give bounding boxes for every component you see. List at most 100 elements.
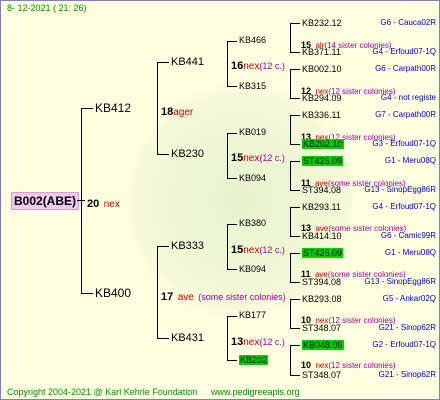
gen4-id-2[interactable]: KB002.10 <box>302 65 342 74</box>
gen2-num-1: 15 <box>231 152 244 164</box>
connector-g3-5-bottom <box>290 282 300 283</box>
gen2-sub-3: (12 c.) <box>259 337 285 347</box>
connector-root-stub <box>77 200 85 201</box>
gen3-node-3[interactable]: KB094 <box>239 174 266 183</box>
connector-kb431-top <box>227 316 237 317</box>
connector-g3-7-bottom <box>290 375 300 376</box>
gen2-node-1[interactable]: KB230 <box>171 149 204 160</box>
connector-g3-1 <box>290 69 291 99</box>
gen4-id-text-12: KB293.08 <box>302 294 342 304</box>
gen4-id-3[interactable]: KB294.09 <box>302 94 342 103</box>
gen2-node-3[interactable]: KB431 <box>171 333 204 344</box>
root-score: 20 nex <box>87 195 120 211</box>
gen4-note-12: G5 - Ankar02Q <box>382 294 436 303</box>
connector-kb431 <box>227 316 228 361</box>
gen4-id-10[interactable]: ST426.09 <box>302 248 344 258</box>
gen1-num-0: 18 <box>161 106 174 118</box>
gen2-label-3: nex <box>243 337 260 348</box>
connector-kb333 <box>227 224 228 270</box>
gen4-id-8[interactable]: KB293.11 <box>302 203 341 212</box>
gen4-id-text-1: KB371.11 <box>302 47 341 57</box>
header-date: 8- 12-2021 ( 21: 26) <box>7 3 87 13</box>
gen4-id-text-5: KB202.10 <box>302 139 344 149</box>
gen4-id-12[interactable]: KB293.08 <box>302 295 342 304</box>
gen4-id-13[interactable]: ST348.07 <box>302 324 341 333</box>
connector-g3-2-top <box>290 115 300 116</box>
gen1-label-1: ave <box>177 292 194 303</box>
gen4-id-1[interactable]: KB371.11 <box>302 48 341 57</box>
gen4-note-11: G13 - SinopEgg86R <box>364 277 436 286</box>
gen2-num-0: 16 <box>231 60 244 72</box>
gen3-node-7[interactable]: KB202 <box>239 355 269 365</box>
footer-url[interactable]: www.pedigreeapis.org <box>211 388 300 397</box>
connector-g3-4-top <box>290 207 300 208</box>
root-num: 20 <box>87 198 100 210</box>
connector-g3-3-top <box>290 161 300 162</box>
gen4-note-1: G4 - Erfoud07-1Q <box>372 47 436 56</box>
root-label: nex <box>103 199 120 210</box>
connector-g3-6-bottom <box>290 328 300 329</box>
gen4-note-14: G2 - Erfoud07-1Q <box>372 340 436 349</box>
gen2-node-0[interactable]: KB441 <box>171 57 204 68</box>
gen4-id-text-10: ST426.09 <box>302 248 344 258</box>
gen4-id-6[interactable]: ST426.09 <box>302 156 344 166</box>
gen3-num-7: 10 <box>301 360 312 370</box>
connector-kb441-bottom <box>227 86 237 87</box>
root-id: B002(ABE) <box>11 192 80 210</box>
gen4-id-15[interactable]: ST348.07 <box>302 371 341 380</box>
connector-g3-0-top <box>290 23 300 24</box>
gen3-node-5[interactable]: KB094 <box>239 265 266 274</box>
connector-g3-3 <box>290 161 291 191</box>
gen4-id-text-0: KB232.12 <box>302 18 342 28</box>
gen2-node-2[interactable]: KB333 <box>171 241 204 252</box>
gen4-note-7: G13 - SinopEgg86R <box>364 185 436 194</box>
gen4-note-2: G6 - Carpath00R <box>375 64 436 73</box>
connector-g3-2-bottom <box>290 144 300 145</box>
gen4-id-14[interactable]: KB048.09 <box>302 340 344 350</box>
gen4-id-9[interactable]: KB414.10 <box>302 232 342 241</box>
gen1-sub-1: (some sister colonies) <box>198 292 286 302</box>
gen4-id-text-6: ST426.09 <box>302 156 344 166</box>
gen3-node-1[interactable]: KB315 <box>239 82 266 91</box>
gen2-score-2: 15nex(12 c.) <box>231 241 285 257</box>
gen3-node-0[interactable]: KB466 <box>239 36 266 45</box>
gen4-note-5: G3 - Erfoud07-1Q <box>372 139 436 148</box>
pedigree-chart: 8- 12-2021 ( 21: 26) B002(ABE) 20 nex KB… <box>0 0 440 400</box>
gen2-num-3: 13 <box>231 336 244 348</box>
gen4-id-text-15: ST348.07 <box>302 370 342 380</box>
gen3-node-2[interactable]: KB019 <box>239 128 266 137</box>
gen4-note-4: G7 - Carpath00R <box>375 110 436 119</box>
connector-g3-1-bottom <box>290 98 300 99</box>
gen4-id-5[interactable]: KB202.10 <box>302 139 344 149</box>
connector-kb412-top <box>157 62 169 63</box>
connector-g3-0 <box>290 23 291 53</box>
gen4-id-4[interactable]: KB336.11 <box>302 111 341 120</box>
footer-copyright: Copyright 2004-2021 @ Karl Kehrle Founda… <box>7 387 198 397</box>
gen2-label-1: nex <box>243 153 260 164</box>
gen4-id-7[interactable]: ST394.08 <box>302 186 341 195</box>
gen1-node-1[interactable]: KB400 <box>95 287 131 299</box>
gen2-label-0: nex <box>243 61 260 72</box>
gen4-id-11[interactable]: ST394.08 <box>302 278 341 287</box>
connector-kb400-bottom <box>157 338 169 339</box>
connector-g3-5-top <box>290 253 300 254</box>
gen4-id-0[interactable]: KB232.12 <box>302 19 342 28</box>
gen4-note-9: G6 - Camic99R <box>380 231 436 240</box>
gen4-id-text-2: KB002.10 <box>302 64 342 74</box>
gen4-id-text-11: ST394.08 <box>302 277 342 287</box>
gen4-id-text-7: ST394.08 <box>302 185 342 195</box>
gen3-node-6[interactable]: KB177 <box>239 311 266 320</box>
connector-kb412 <box>157 62 158 155</box>
gen2-sub-0: (12 c.) <box>259 61 285 71</box>
gen4-id-text-4: KB336.11 <box>302 110 341 120</box>
connector-g3-0-bottom <box>290 52 300 53</box>
gen3-node-4[interactable]: KB380 <box>239 219 266 228</box>
root-node[interactable]: B002(ABE) <box>11 192 80 210</box>
connector-kb230-bottom <box>227 178 237 179</box>
gen2-sub-1: (12 c.) <box>259 153 285 163</box>
connector-kb441 <box>227 41 228 87</box>
gen4-id-text-14: KB048.09 <box>302 340 344 350</box>
gen1-node-0[interactable]: KB412 <box>95 102 131 114</box>
gen4-id-text-13: ST348.07 <box>302 323 342 333</box>
connector-g3-6-top <box>290 299 300 300</box>
